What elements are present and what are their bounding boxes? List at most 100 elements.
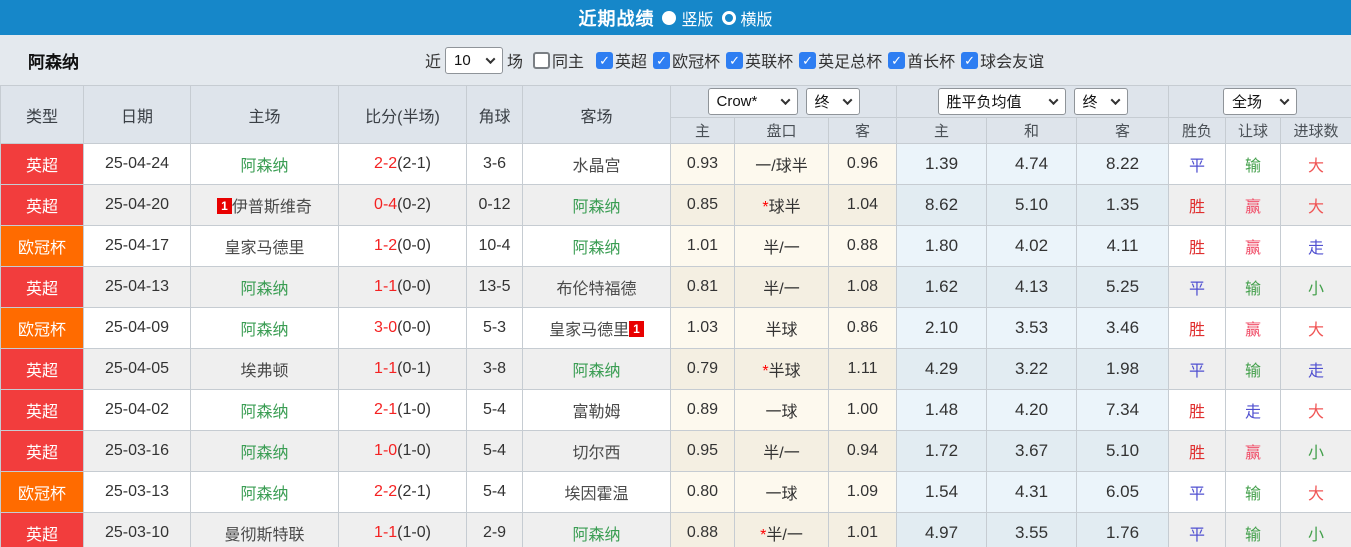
europe-away-odds: 1.76 [1075, 512, 1170, 547]
radio-unselected-icon[interactable] [721, 10, 736, 25]
date-cell: 25-04-09 [83, 307, 191, 349]
league-filter-球会友谊[interactable]: ✓ 球会友谊 [961, 48, 1044, 72]
europe-avg-select[interactable]: 胜平负均值 [937, 88, 1066, 115]
europe-home-odds: 1.80 [896, 225, 987, 267]
asian-away-odds: 1.09 [828, 471, 897, 513]
sub-header-euro-draw: 和 [986, 117, 1077, 144]
chevron-down-icon [1110, 95, 1120, 106]
asian-home-odds: 0.88 [670, 512, 735, 547]
asian-handicap-cell: 一球 [734, 471, 829, 513]
odds-company-select[interactable]: Crow* [707, 88, 798, 115]
league-type-cell: 英超 [0, 143, 84, 185]
same-home-filter[interactable]: 同主 [533, 48, 584, 72]
away-team-name[interactable]: 阿森纳 [572, 240, 620, 257]
home-team-name[interactable]: 阿森纳 [240, 158, 288, 175]
chevron-down-icon [780, 95, 790, 106]
league-filter-英足总杯[interactable]: ✓ 英足总杯 [799, 48, 882, 72]
away-team-name[interactable]: 切尔西 [572, 445, 620, 462]
away-team-name[interactable]: 富勒姆 [572, 404, 620, 421]
away-team-cell: 阿森纳 [522, 225, 671, 267]
topbar: 近期战绩 竖版 横版 [0, 0, 1351, 35]
asian-away-odds: 1.00 [828, 389, 897, 431]
match-row: 英超 25-03-16 阿森纳 1-0(1-0) 5-4 切尔西 0.95 半/一 0.94 1.… [0, 430, 1351, 472]
home-team-name[interactable]: 埃弗顿 [240, 363, 288, 380]
checkbox-checked-icon[interactable]: ✓ [596, 51, 614, 69]
chevron-down-icon [1048, 95, 1058, 106]
league-filter-酋长杯[interactable]: ✓ 酋长杯 [888, 48, 955, 72]
handicap-result-cell: 走 [1225, 389, 1282, 431]
checkbox-checked-icon[interactable]: ✓ [961, 51, 979, 69]
handicap-result-cell: 输 [1225, 512, 1282, 547]
away-team-name[interactable]: 布伦特福德 [556, 281, 636, 298]
score-cell: 1-1(1-0) [338, 512, 467, 547]
europe-away-odds: 7.34 [1075, 389, 1170, 431]
league-type-cell: 欧冠杯 [0, 307, 84, 349]
europe-home-odds: 1.72 [896, 430, 987, 472]
goals-result-cell: 大 [1280, 143, 1351, 185]
home-team-name[interactable]: 阿森纳 [240, 281, 288, 298]
home-team-name[interactable]: 阿森纳 [240, 486, 288, 503]
checkbox-unchecked-icon[interactable] [533, 51, 551, 69]
col-header-type: 类型 [0, 85, 84, 144]
radio-selected-icon[interactable] [662, 10, 677, 25]
away-team-name[interactable]: 阿森纳 [572, 199, 620, 216]
away-team-name[interactable]: 埃因霍温 [564, 486, 628, 503]
handicap-result-cell: 输 [1225, 348, 1282, 390]
home-team-name[interactable]: 伊普斯维奇 [232, 199, 312, 216]
asian-odds-header: Crow* 终 [670, 85, 897, 118]
home-team-cell: 皇家马德里 [190, 225, 339, 267]
asian-away-odds: 1.11 [828, 348, 897, 390]
away-team-name[interactable]: 水晶宫 [572, 158, 620, 175]
layout-option-vertical[interactable]: 竖版 [662, 6, 714, 30]
asian-home-odds: 0.79 [670, 348, 735, 390]
sub-header-handicap-result: 让球 [1225, 117, 1282, 144]
asian-handicap-cell: *半/一 [734, 512, 829, 547]
layout-option-horizontal[interactable]: 横版 [721, 6, 773, 30]
checkbox-checked-icon[interactable]: ✓ [726, 51, 744, 69]
league-type-cell: 欧冠杯 [0, 471, 84, 513]
home-team-name[interactable]: 曼彻斯特联 [224, 527, 304, 544]
checkbox-checked-icon[interactable]: ✓ [888, 51, 906, 69]
checkbox-checked-icon[interactable]: ✓ [799, 51, 817, 69]
away-team-cell: 水晶宫 [522, 143, 671, 185]
league-filter-英超[interactable]: ✓ 英超 [596, 48, 647, 72]
match-count-select[interactable]: 10 [445, 46, 504, 74]
match-row: 欧冠杯 25-03-13 阿森纳 2-2(2-1) 5-4 埃因霍温 0.80 一球 1.09 1… [0, 471, 1351, 513]
league-type-cell: 欧冠杯 [0, 225, 84, 267]
halftime-score: (2-1) [397, 155, 431, 172]
sub-header-asian-away: 客 [828, 117, 897, 144]
halftime-score: (1-0) [397, 401, 431, 418]
away-team-cell: 皇家马德里 1 [522, 307, 671, 349]
europe-draw-odds: 5.10 [986, 184, 1077, 226]
home-team-name[interactable]: 阿森纳 [240, 404, 288, 421]
scope-select[interactable]: 全场 [1223, 88, 1298, 115]
checkbox-checked-icon[interactable]: ✓ [653, 51, 671, 69]
asian-away-odds: 1.08 [828, 266, 897, 308]
home-team-name[interactable]: 阿森纳 [240, 445, 288, 462]
corners-cell: 0-12 [466, 184, 523, 226]
away-team-name[interactable]: 皇家马德里 [549, 322, 629, 339]
corners-cell: 10-4 [466, 225, 523, 267]
asian-home-odds: 0.80 [670, 471, 735, 513]
league-type-cell: 英超 [0, 266, 84, 308]
odds-time-select-1[interactable]: 终 [805, 88, 860, 115]
team-name-title: 阿森纳 [28, 52, 79, 72]
asian-home-odds: 0.95 [670, 430, 735, 472]
away-team-name[interactable]: 阿森纳 [572, 363, 620, 380]
score-cell: 2-1(1-0) [338, 389, 467, 431]
league-filter-英联杯[interactable]: ✓ 英联杯 [726, 48, 793, 72]
handicap-text: 半/一 [763, 281, 800, 298]
score-cell: 1-1(0-1) [338, 348, 467, 390]
home-team-cell: 阿森纳 [190, 389, 339, 431]
league-type-cell: 英超 [0, 512, 84, 547]
home-team-name[interactable]: 阿森纳 [240, 322, 288, 339]
odds-time-select-2[interactable]: 终 [1073, 88, 1128, 115]
europe-draw-odds: 3.53 [986, 307, 1077, 349]
europe-home-odds: 4.29 [896, 348, 987, 390]
match-row: 英超 25-04-24 阿森纳 2-2(2-1) 3-6 水晶宫 0.93 一/球半 0.96 1… [0, 143, 1351, 185]
europe-away-odds: 1.98 [1075, 348, 1170, 390]
home-team-name[interactable]: 皇家马德里 [224, 240, 304, 257]
fulltime-score: 1-1 [374, 360, 398, 377]
away-team-name[interactable]: 阿森纳 [572, 527, 620, 544]
league-filter-欧冠杯[interactable]: ✓ 欧冠杯 [653, 48, 720, 72]
